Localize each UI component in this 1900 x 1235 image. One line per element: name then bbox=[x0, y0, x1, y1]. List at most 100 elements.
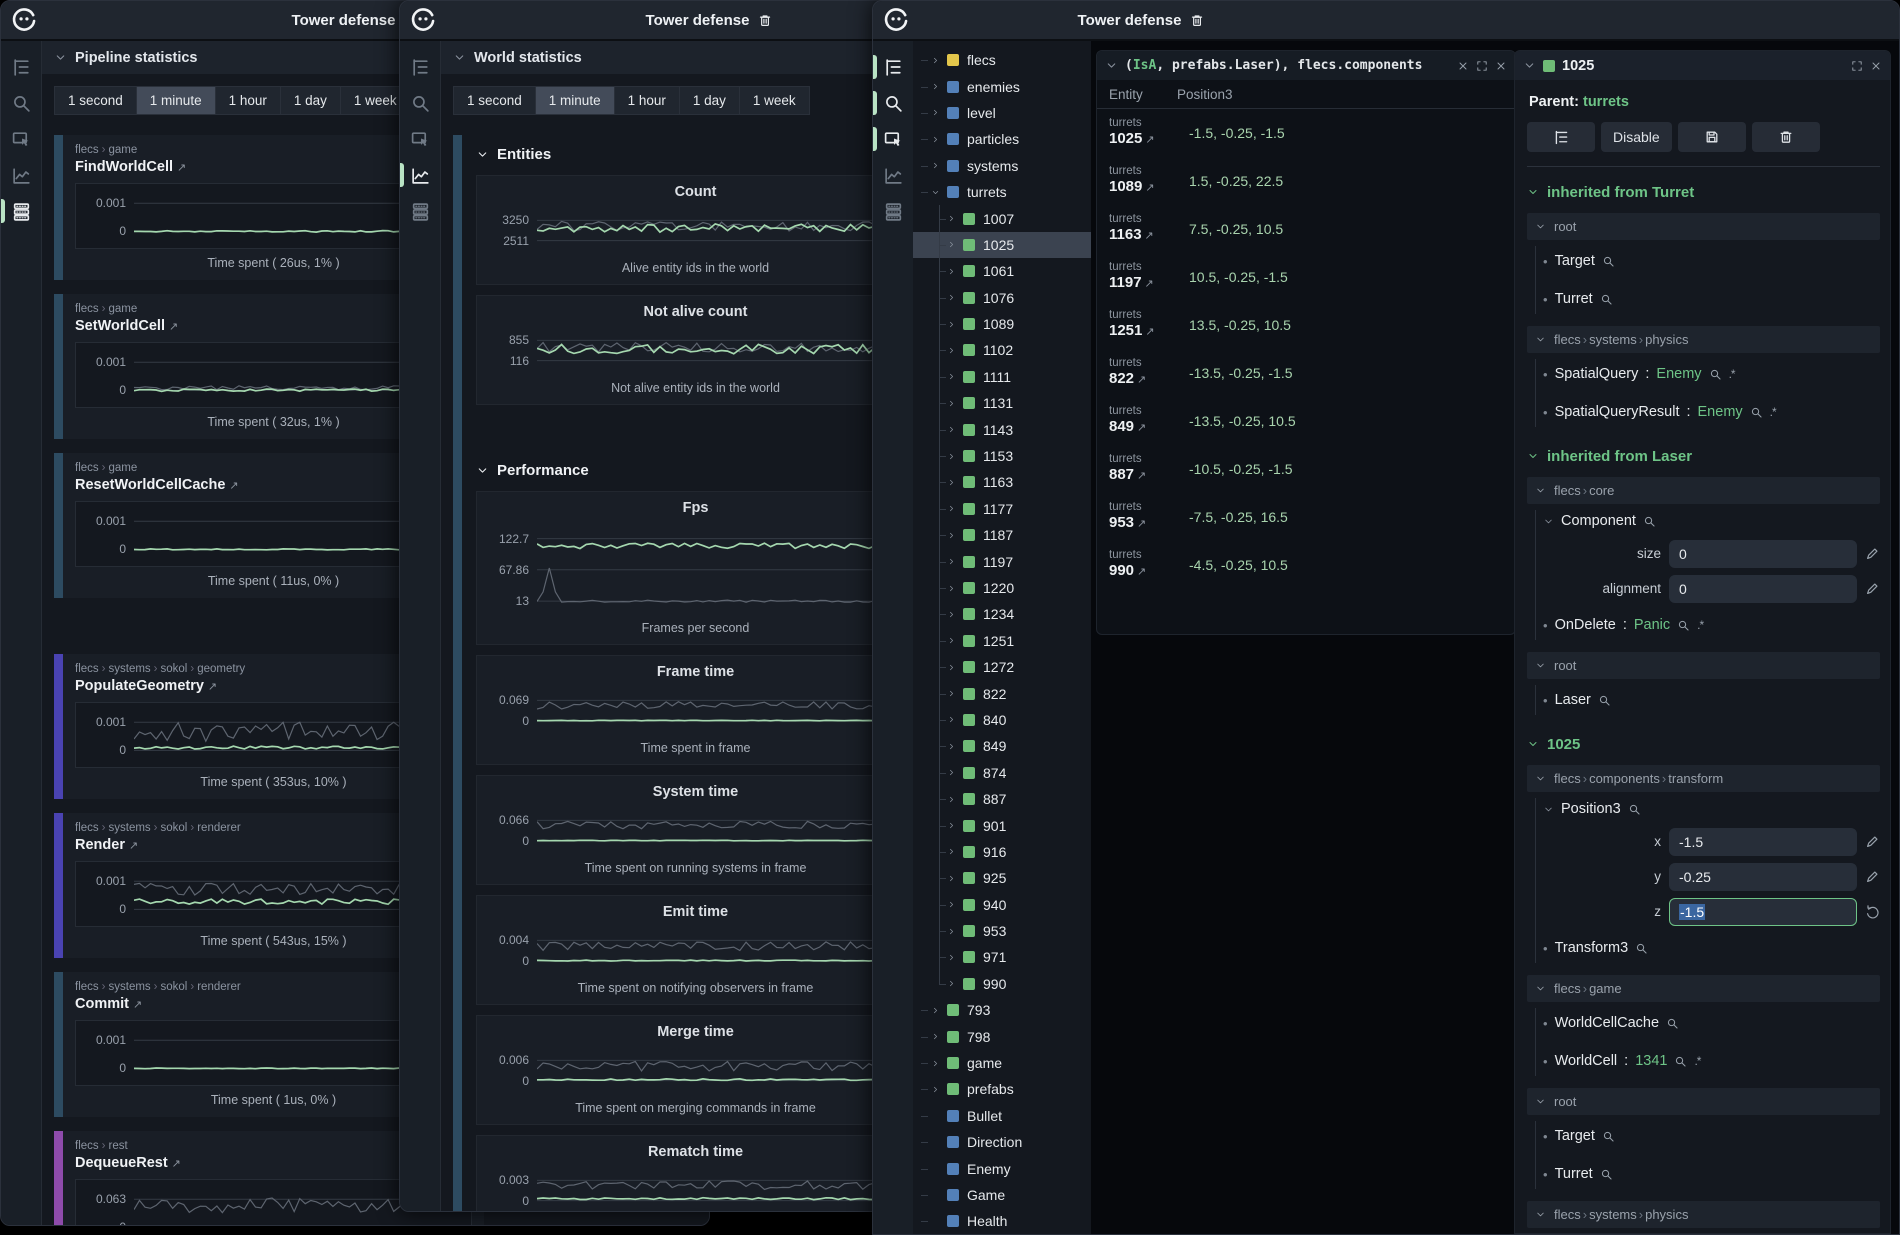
disable-button[interactable]: Disable bbox=[1601, 122, 1672, 152]
tree-item-prefabs[interactable]: prefabs bbox=[913, 1076, 1091, 1102]
close-icon[interactable] bbox=[1495, 60, 1507, 72]
chevron-right-icon[interactable] bbox=[931, 55, 941, 65]
chevron-right-icon[interactable] bbox=[947, 689, 957, 699]
time-range-1-week[interactable]: 1 week bbox=[740, 87, 809, 114]
chevron-right-icon[interactable] bbox=[947, 477, 957, 487]
item-value[interactable]: Panic bbox=[1634, 617, 1670, 633]
tree-item-1220[interactable]: 1220 bbox=[913, 575, 1091, 601]
open-link-icon[interactable]: ↗ bbox=[1137, 422, 1146, 434]
component-item-Turret[interactable]: •Turret bbox=[1543, 280, 1880, 318]
chevron-right-icon[interactable] bbox=[931, 1032, 941, 1042]
chevron-right-icon[interactable] bbox=[931, 1005, 941, 1015]
tree-item-1076[interactable]: 1076 bbox=[913, 285, 1091, 311]
open-link-icon[interactable]: ↗ bbox=[208, 681, 217, 693]
field-input-x[interactable]: -1.5 bbox=[1669, 828, 1857, 856]
tree-item-1089[interactable]: 1089 bbox=[913, 311, 1091, 337]
module-path[interactable]: flecs›core bbox=[1527, 477, 1880, 504]
save-button[interactable] bbox=[1678, 122, 1746, 152]
chevron-right-icon[interactable] bbox=[947, 952, 957, 962]
tree-item-1153[interactable]: 1153 bbox=[913, 443, 1091, 469]
tree-item-Health[interactable]: Health bbox=[913, 1208, 1091, 1234]
search-icon[interactable] bbox=[1600, 1168, 1613, 1181]
field-input-y[interactable]: -0.25 bbox=[1669, 863, 1857, 891]
sidebar-tree-button[interactable] bbox=[400, 49, 440, 85]
query-result-row[interactable]: turrets 1163↗ 7.5, -0.25, 10.5 bbox=[1097, 205, 1515, 253]
trash-icon[interactable] bbox=[1189, 13, 1204, 28]
tree-item-940[interactable]: 940 bbox=[913, 892, 1091, 918]
tree-item-Enemy[interactable]: Enemy bbox=[913, 1155, 1091, 1181]
chevron-right-icon[interactable] bbox=[947, 425, 957, 435]
search-icon[interactable] bbox=[1677, 619, 1690, 632]
query-result-row[interactable]: turrets 887↗ -10.5, -0.25, -1.5 bbox=[1097, 445, 1515, 493]
tree-item-1272[interactable]: 1272 bbox=[913, 654, 1091, 680]
tree-item-turrets[interactable]: turrets bbox=[913, 179, 1091, 205]
trash-icon[interactable] bbox=[757, 13, 772, 28]
entity-name[interactable]: 990↗ bbox=[1109, 562, 1189, 581]
sidebar-stats-button[interactable] bbox=[1, 193, 41, 229]
sidebar-tree-button[interactable] bbox=[1, 49, 41, 85]
component-item-Transform3[interactable]: •Transform3 bbox=[1543, 929, 1880, 967]
section-inherited-from-Turret[interactable]: inherited from Turret bbox=[1527, 179, 1880, 205]
chevron-right-icon[interactable] bbox=[947, 451, 957, 461]
tree-item-1061[interactable]: 1061 bbox=[913, 258, 1091, 284]
chevron-right-icon[interactable] bbox=[947, 926, 957, 936]
open-link-icon[interactable]: ↗ bbox=[1137, 518, 1146, 530]
time-range-1-hour[interactable]: 1 hour bbox=[216, 87, 280, 114]
search-icon[interactable] bbox=[1674, 1055, 1687, 1068]
tree-item-1007[interactable]: 1007 bbox=[913, 205, 1091, 231]
tree-item-953[interactable]: 953 bbox=[913, 918, 1091, 944]
query-result-row[interactable]: turrets 1089↗ 1.5, -0.25, 22.5 bbox=[1097, 157, 1515, 205]
sidebar-search-button[interactable] bbox=[1, 85, 41, 121]
query-result-row[interactable]: turrets 1025↗ -1.5, -0.25, -1.5 bbox=[1097, 109, 1515, 157]
query-result-row[interactable]: turrets 1251↗ 13.5, -0.25, 10.5 bbox=[1097, 301, 1515, 349]
tree-item-1025[interactable]: 1025 bbox=[913, 232, 1091, 258]
sidebar-chart-button[interactable] bbox=[1, 157, 41, 193]
open-link-icon[interactable]: ↗ bbox=[1137, 470, 1146, 482]
sidebar-search-button[interactable] bbox=[400, 85, 440, 121]
pencil-icon[interactable] bbox=[1865, 869, 1880, 884]
chevron-right-icon[interactable] bbox=[931, 1058, 941, 1068]
entity-name[interactable]: 1025↗ bbox=[1109, 130, 1189, 149]
tree-item-1234[interactable]: 1234 bbox=[913, 601, 1091, 627]
search-icon[interactable] bbox=[1598, 694, 1611, 707]
fullscreen-icon[interactable] bbox=[1476, 60, 1488, 72]
chevron-right-icon[interactable] bbox=[947, 583, 957, 593]
search-icon[interactable] bbox=[1750, 406, 1763, 419]
chevron-right-icon[interactable] bbox=[947, 345, 957, 355]
chevron-right-icon[interactable] bbox=[947, 266, 957, 276]
time-range-1-day[interactable]: 1 day bbox=[680, 87, 739, 114]
time-range-1-second[interactable]: 1 second bbox=[454, 87, 535, 114]
time-range-1-day[interactable]: 1 day bbox=[281, 87, 340, 114]
tree-item-particles[interactable]: particles bbox=[913, 126, 1091, 152]
open-link-icon[interactable]: ↗ bbox=[1145, 182, 1154, 194]
module-path[interactable]: root bbox=[1527, 1088, 1880, 1115]
tree-item-874[interactable]: 874 bbox=[913, 760, 1091, 786]
chevron-right-icon[interactable] bbox=[947, 662, 957, 672]
module-path[interactable]: flecs›components›transform bbox=[1527, 765, 1880, 792]
module-path[interactable]: flecs›systems›physics bbox=[1527, 1201, 1880, 1228]
component-item-Target[interactable]: •Target bbox=[1543, 242, 1880, 280]
module-path[interactable]: flecs›game bbox=[1527, 975, 1880, 1002]
entity-name[interactable]: 953↗ bbox=[1109, 514, 1189, 533]
module-path[interactable]: root bbox=[1527, 652, 1880, 679]
section-inherited-from-Laser[interactable]: inherited from Laser bbox=[1527, 443, 1880, 469]
module-path[interactable]: root bbox=[1527, 213, 1880, 240]
open-link-icon[interactable]: ↗ bbox=[1145, 326, 1154, 338]
chevron-right-icon[interactable] bbox=[947, 398, 957, 408]
component-item-Target[interactable]: •Target bbox=[1543, 1117, 1880, 1155]
section-1025[interactable]: 1025 bbox=[1527, 731, 1880, 757]
component-item-Turret[interactable]: •Turret bbox=[1543, 1155, 1880, 1193]
chevron-down-icon[interactable] bbox=[931, 187, 941, 197]
chevron-right-icon[interactable] bbox=[947, 293, 957, 303]
component-item-SpatialQueryResult[interactable]: •SpatialQueryResult:Enemy.* bbox=[1543, 1230, 1880, 1233]
chevron-right-icon[interactable] bbox=[947, 821, 957, 831]
tree-item-enemies[interactable]: enemies bbox=[913, 73, 1091, 99]
tree-item-flecs[interactable]: flecs bbox=[913, 47, 1091, 73]
open-link-icon[interactable]: ↗ bbox=[1137, 566, 1146, 578]
query-result-row[interactable]: turrets 1197↗ 10.5, -0.25, -1.5 bbox=[1097, 253, 1515, 301]
chevron-down-icon[interactable] bbox=[1105, 59, 1118, 72]
close-icon[interactable] bbox=[1870, 60, 1882, 72]
component-item-WorldCellCache[interactable]: •WorldCellCache bbox=[1543, 1004, 1880, 1042]
tree-item-Game[interactable]: Game bbox=[913, 1182, 1091, 1208]
chevron-down-icon[interactable] bbox=[1523, 59, 1536, 72]
